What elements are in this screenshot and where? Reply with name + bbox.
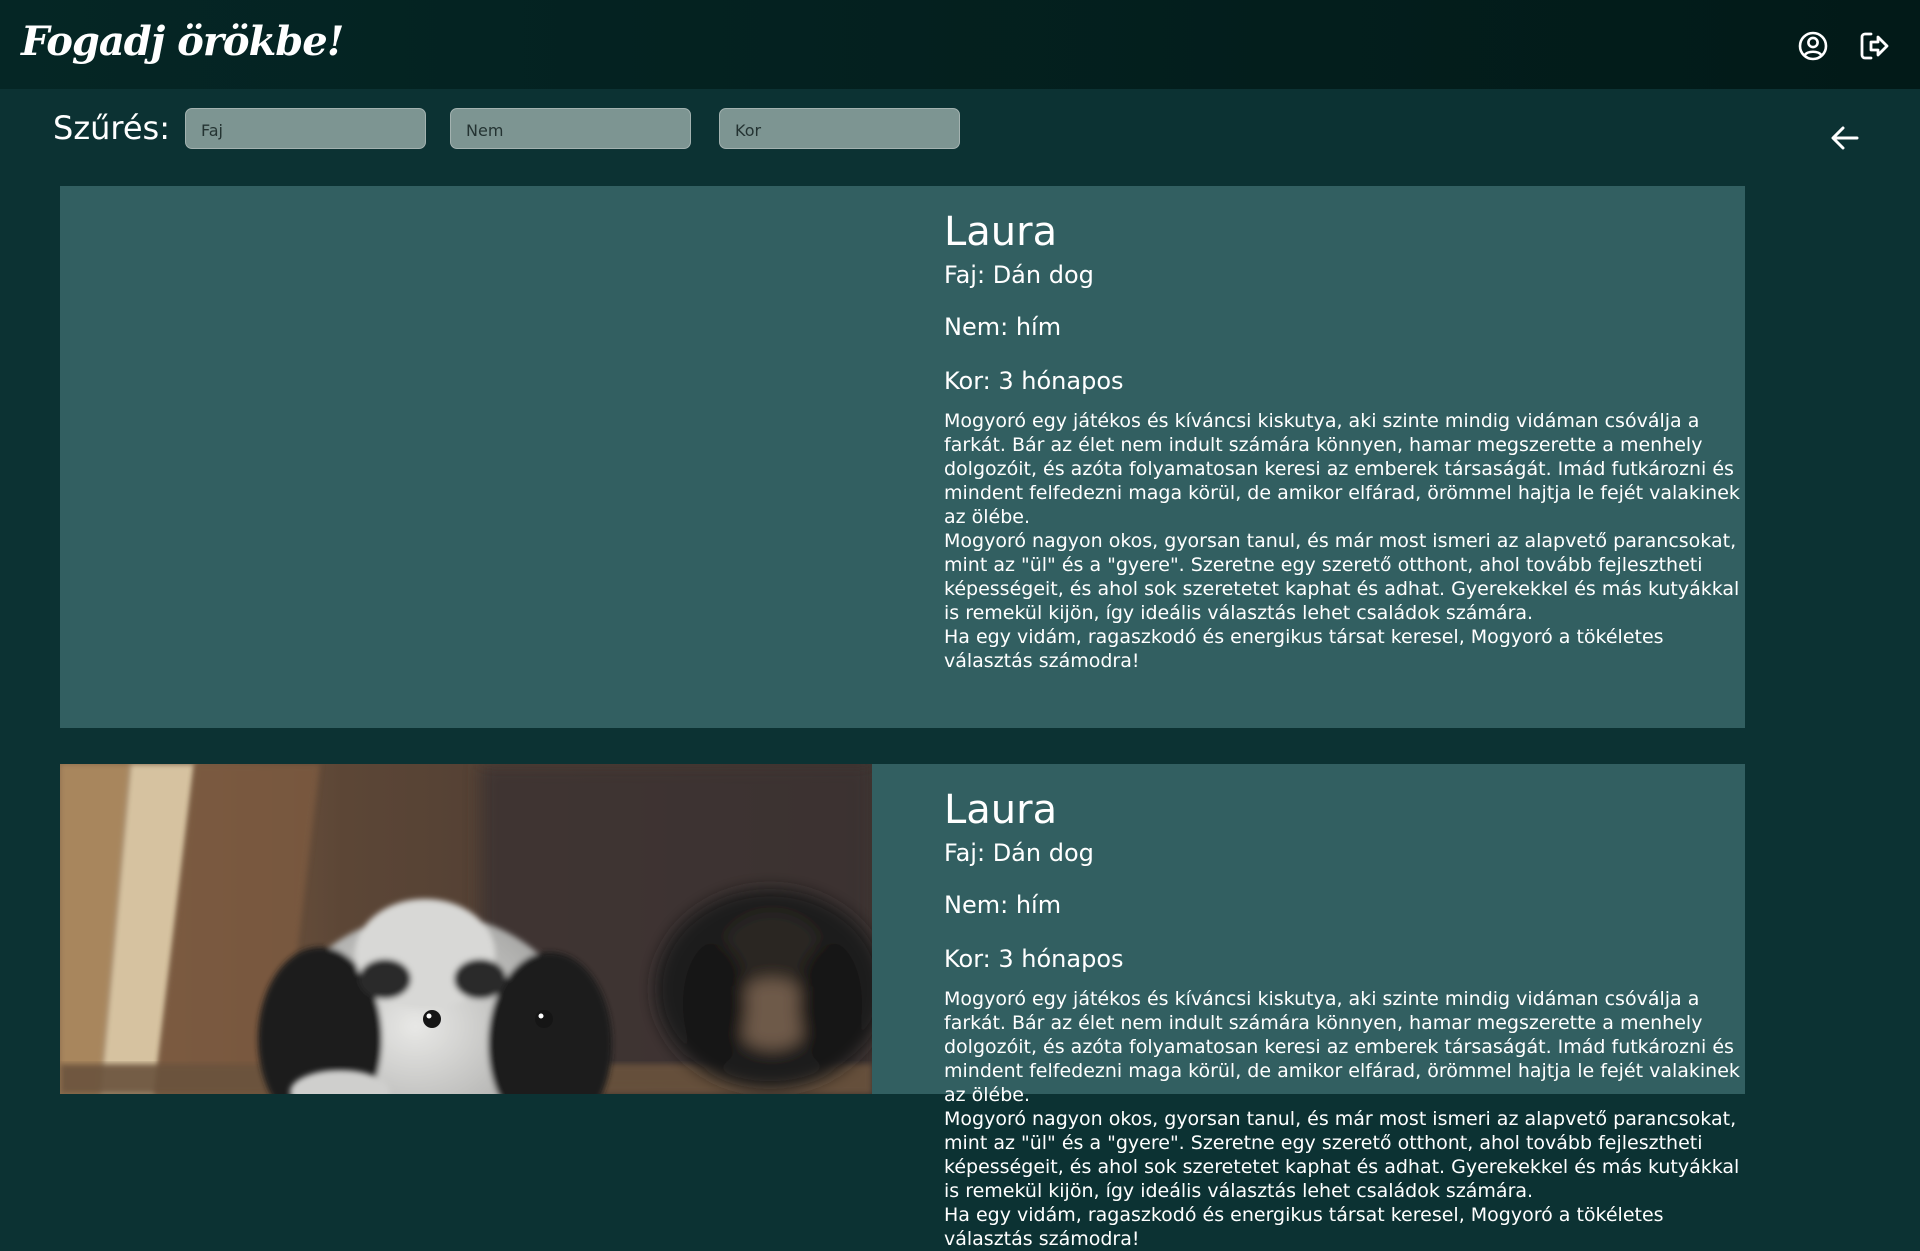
animal-species: Faj: Dán dog <box>944 839 1094 867</box>
species-filter-input[interactable] <box>185 108 426 149</box>
animal-gender: Nem: hím <box>944 891 1062 919</box>
top-navbar: Fogadj örökbe! <box>0 0 1920 89</box>
gender-filter-input[interactable] <box>450 108 691 149</box>
puppies-photo <box>60 764 872 1094</box>
animal-card[interactable]: Laura Faj: Dán dog Nem: hím Kor: 3 hónap… <box>60 764 1745 1250</box>
logout-icon[interactable] <box>1858 30 1890 62</box>
filter-label: Szűrés: <box>53 109 170 147</box>
animal-name: Laura <box>944 787 1058 833</box>
animal-details: Laura Faj: Dán dog Nem: hím Kor: 3 hónap… <box>944 786 1789 1251</box>
animal-species: Faj: Dán dog <box>944 261 1094 289</box>
animal-gender: Nem: hím <box>944 313 1062 341</box>
filter-bar: Szűrés: <box>0 89 1920 179</box>
animal-photo-placeholder <box>60 186 872 728</box>
animal-name: Laura <box>944 209 1058 255</box>
user-circle-icon[interactable] <box>1797 30 1829 62</box>
age-filter-input[interactable] <box>719 108 960 149</box>
animal-description: Mogyoró egy játékos és kíváncsi kiskutya… <box>944 988 1740 1250</box>
animal-age: Kor: 3 hónapos <box>944 367 1124 395</box>
animal-description: Mogyoró egy játékos és kíváncsi kiskutya… <box>944 410 1740 672</box>
animal-details: Laura Faj: Dán dog Nem: hím Kor: 3 hónap… <box>944 208 1789 673</box>
site-logo[interactable]: Fogadj örökbe! <box>21 18 344 65</box>
back-arrow-icon[interactable] <box>1830 125 1860 151</box>
animal-card[interactable]: Laura Faj: Dán dog Nem: hím Kor: 3 hónap… <box>60 186 1745 728</box>
animal-age: Kor: 3 hónapos <box>944 945 1124 973</box>
animal-photo <box>60 764 872 1094</box>
